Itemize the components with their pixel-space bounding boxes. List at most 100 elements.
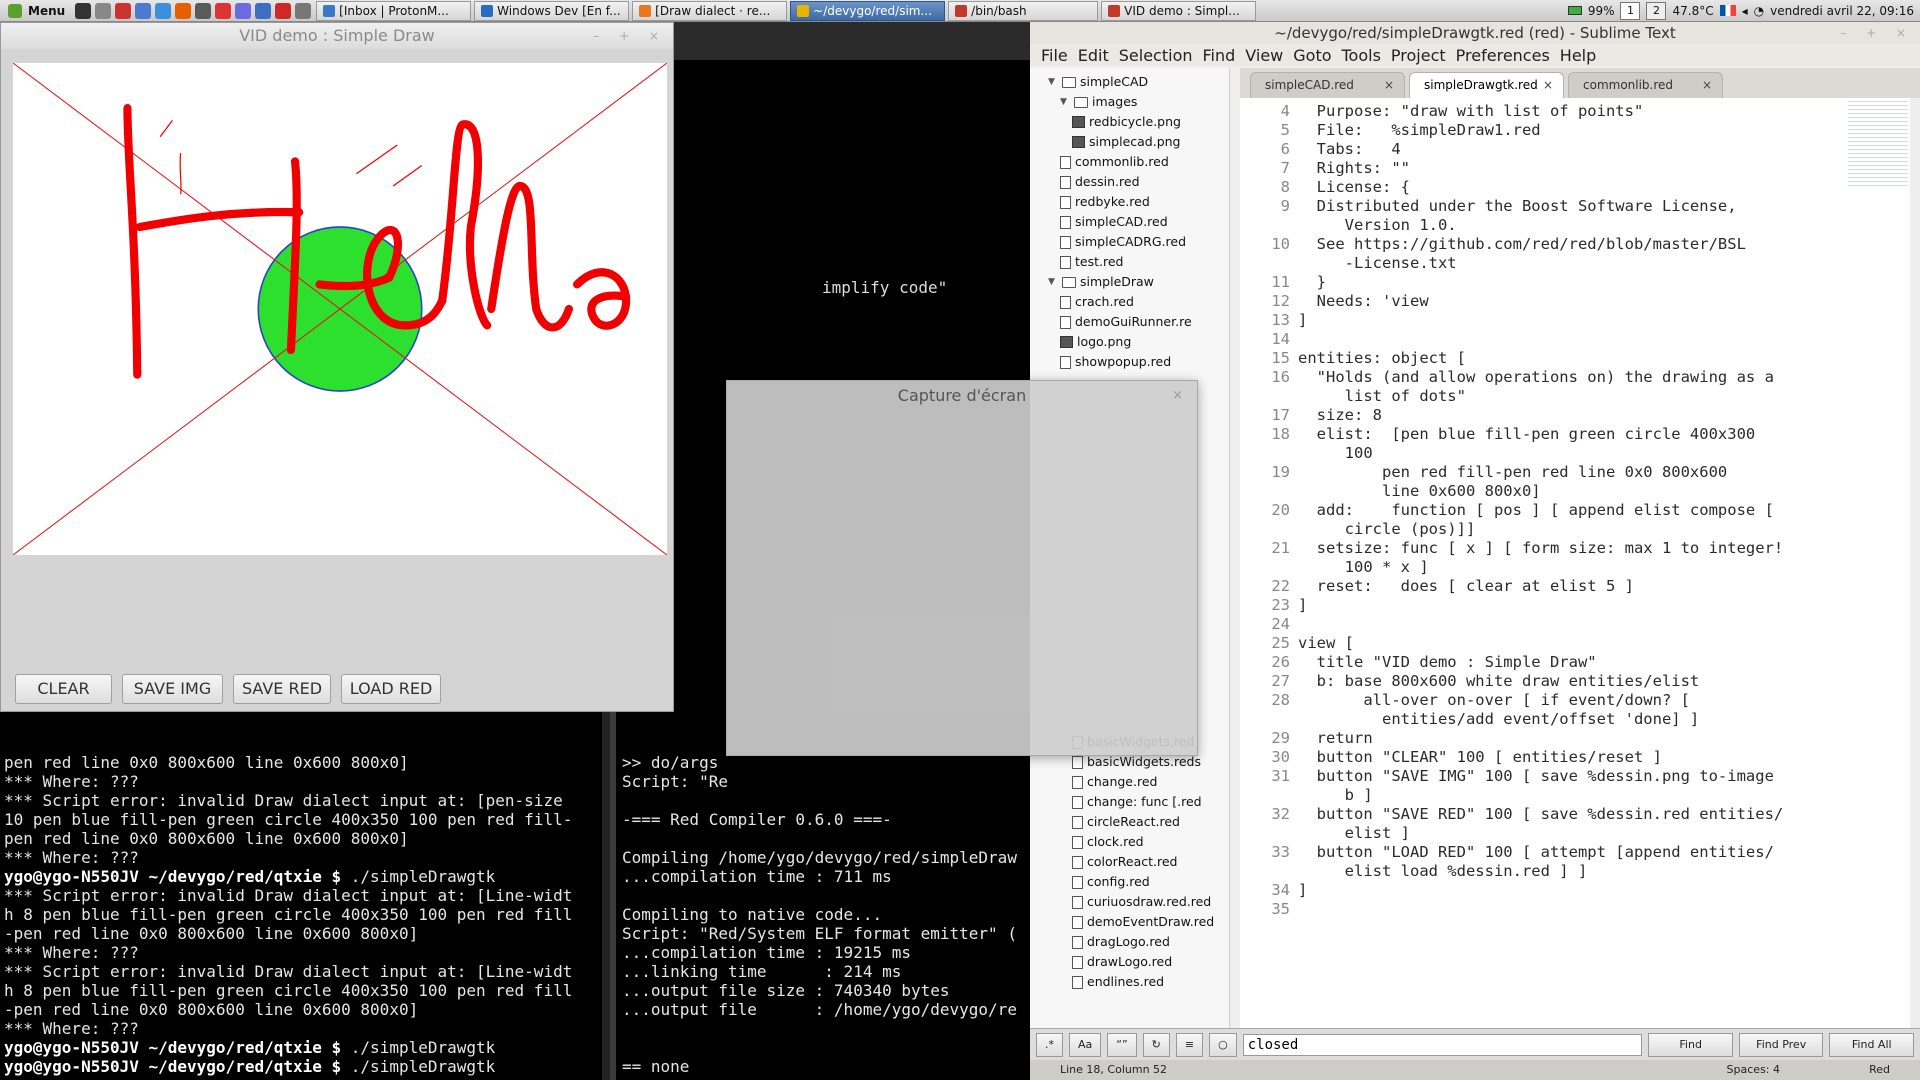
flag-icon[interactable] bbox=[1719, 5, 1736, 16]
menu-item-preferences[interactable]: Preferences bbox=[1451, 46, 1555, 65]
terminal-left[interactable]: pen red line 0x0 800x600 line 0x600 800x… bbox=[0, 712, 612, 1080]
highlight-toggle[interactable]: ○ bbox=[1209, 1032, 1237, 1057]
window-controls[interactable]: – + × bbox=[593, 23, 667, 49]
sidebar-item[interactable]: redbicycle.png bbox=[1030, 112, 1229, 132]
menu-item-help[interactable]: Help bbox=[1555, 46, 1601, 65]
screenshot-dialog[interactable]: Capture d'écran × bbox=[726, 380, 1198, 756]
sidebar-item[interactable]: crach.red bbox=[1030, 292, 1229, 312]
chevron-down-icon[interactable]: ▼ bbox=[1060, 92, 1070, 112]
editor-scrollbar[interactable] bbox=[1910, 98, 1920, 1028]
menu-item-find[interactable]: Find bbox=[1198, 46, 1241, 65]
files-launcher-icon[interactable] bbox=[95, 2, 112, 19]
sidebar-item[interactable]: clock.red bbox=[1030, 832, 1229, 852]
clock[interactable]: vendredi avril 22, 09:16 bbox=[1770, 4, 1914, 18]
close-icon[interactable]: × bbox=[1172, 381, 1183, 411]
regex-toggle[interactable]: .* bbox=[1036, 1032, 1063, 1057]
taskbar-task[interactable]: ~/devygo/red/sim... bbox=[790, 0, 946, 21]
find-all-button[interactable]: Find All bbox=[1829, 1032, 1914, 1057]
word-launcher-icon[interactable] bbox=[155, 2, 172, 19]
code-editor[interactable]: 4 Purpose: "draw with list of points" 5 F… bbox=[1240, 98, 1920, 1028]
menu-item-file[interactable]: File bbox=[1036, 46, 1073, 65]
pdf-launcher-icon[interactable] bbox=[215, 2, 232, 19]
sidebar-item[interactable]: change: func [.red bbox=[1030, 792, 1229, 812]
camera-launcher-icon[interactable] bbox=[295, 2, 312, 19]
taskbar-task[interactable]: /bin/bash bbox=[948, 0, 1099, 21]
sidebar-item[interactable]: simpleCADRG.red bbox=[1030, 232, 1229, 252]
sidebar-item[interactable]: simplecad.png bbox=[1030, 132, 1229, 152]
sidebar-item[interactable]: commonlib.red bbox=[1030, 152, 1229, 172]
app-launcher-icon[interactable] bbox=[115, 2, 132, 19]
main-menu-button[interactable]: Menu bbox=[0, 0, 73, 22]
menu-item-goto[interactable]: Goto bbox=[1288, 46, 1336, 65]
sidebar-item[interactable]: endlines.red bbox=[1030, 972, 1229, 992]
sidebar-item[interactable]: simpleCAD.red bbox=[1030, 212, 1229, 232]
taskbar-task[interactable]: [Inbox | ProtonM... bbox=[316, 0, 472, 21]
chevron-down-icon[interactable]: ▼ bbox=[1048, 72, 1058, 92]
editor-tab[interactable]: simpleDrawgtk.red × bbox=[1409, 72, 1564, 98]
editor-launcher-icon[interactable] bbox=[135, 2, 152, 19]
sidebar-item[interactable]: test.red bbox=[1030, 252, 1229, 272]
vid-window-titlebar[interactable]: VID demo : Simple Draw – + × bbox=[1, 23, 673, 49]
sidebar-item[interactable]: curiuosdraw.red.red bbox=[1030, 892, 1229, 912]
sidebar-item[interactable]: demoEventDraw.red bbox=[1030, 912, 1229, 932]
settings-launcher-icon[interactable] bbox=[195, 2, 212, 19]
syntax-setting[interactable]: Red bbox=[1869, 1060, 1890, 1080]
sidebar-item[interactable]: drawLogo.red bbox=[1030, 952, 1229, 972]
opera-launcher-icon[interactable] bbox=[275, 2, 292, 19]
find-button[interactable]: Find bbox=[1648, 1032, 1733, 1057]
screenshot-dialog-titlebar[interactable]: Capture d'écran × bbox=[727, 381, 1197, 411]
save-img-button[interactable]: SAVE IMG bbox=[122, 674, 223, 704]
sidebar-item[interactable]: config.red bbox=[1030, 872, 1229, 892]
close-icon[interactable]: × bbox=[1702, 73, 1712, 97]
editor-tab[interactable]: commonlib.red × bbox=[1568, 72, 1723, 98]
workspace-2[interactable]: 2 bbox=[1646, 1, 1667, 20]
close-icon[interactable]: × bbox=[1543, 73, 1553, 97]
drawing-canvas[interactable] bbox=[13, 63, 667, 555]
minimap[interactable] bbox=[1848, 98, 1908, 188]
sidebar-item[interactable]: ▼ simpleDraw bbox=[1030, 272, 1229, 292]
sidebar-item[interactable]: change.red bbox=[1030, 772, 1229, 792]
firefox-launcher-icon[interactable] bbox=[175, 2, 192, 19]
sidebar-item[interactable]: ▼ images bbox=[1030, 92, 1229, 112]
workspace-1[interactable]: 1 bbox=[1620, 1, 1641, 20]
taskbar-task[interactable]: VID demo : Simpl... bbox=[1101, 0, 1257, 21]
word-toggle[interactable]: “” bbox=[1107, 1032, 1137, 1057]
sidebar-item[interactable]: showpopup.red bbox=[1030, 352, 1229, 372]
sidebar-item[interactable]: dragLogo.red bbox=[1030, 932, 1229, 952]
wifi-icon[interactable]: ◔ bbox=[1754, 4, 1764, 18]
vid-demo-window[interactable]: VID demo : Simple Draw – + × CLEAR SAVE … bbox=[0, 22, 674, 712]
volume-icon[interactable]: ◂ bbox=[1742, 4, 1748, 18]
sublime-window-controls[interactable]: – + × bbox=[1840, 22, 1914, 44]
indent-setting[interactable]: Spaces: 4 bbox=[1727, 1060, 1780, 1080]
menu-item-edit[interactable]: Edit bbox=[1073, 46, 1114, 65]
load-red-button[interactable]: LOAD RED bbox=[341, 674, 441, 704]
terminal-scrollbar[interactable] bbox=[602, 712, 610, 1080]
chevron-down-icon[interactable]: ▼ bbox=[1048, 272, 1058, 292]
chrome-launcher-icon[interactable] bbox=[255, 2, 272, 19]
menu-item-view[interactable]: View bbox=[1240, 46, 1288, 65]
sidebar-item[interactable]: colorReact.red bbox=[1030, 852, 1229, 872]
case-toggle[interactable]: Aa bbox=[1069, 1032, 1102, 1057]
menu-item-tools[interactable]: Tools bbox=[1337, 46, 1386, 65]
terminal-launcher-icon[interactable] bbox=[75, 2, 92, 19]
sidebar-item[interactable]: ▼ simpleCAD bbox=[1030, 72, 1229, 92]
sidebar-item[interactable]: dessin.red bbox=[1030, 172, 1229, 192]
taskbar-task[interactable]: [Draw dialect · re... bbox=[632, 0, 788, 21]
sidebar-item[interactable]: demoGuiRunner.re bbox=[1030, 312, 1229, 332]
menu-item-project[interactable]: Project bbox=[1386, 46, 1451, 65]
sidebar-item[interactable]: redbyke.red bbox=[1030, 192, 1229, 212]
terminal-right[interactable]: >> do/args Script: "Re -=== Red Compiler … bbox=[616, 712, 1030, 1080]
find-input[interactable] bbox=[1242, 1033, 1643, 1056]
wrap-toggle[interactable]: ↻ bbox=[1142, 1032, 1170, 1057]
sublime-titlebar[interactable]: ~/devygo/red/simpleDrawgtk.red (red) - S… bbox=[1030, 22, 1920, 44]
save-red-button[interactable]: SAVE RED bbox=[233, 674, 331, 704]
sidebar-item[interactable]: circleReact.red bbox=[1030, 812, 1229, 832]
clear-button[interactable]: CLEAR bbox=[15, 674, 112, 704]
network-launcher-icon[interactable] bbox=[235, 2, 252, 19]
taskbar-task[interactable]: Windows Dev [En f... bbox=[474, 0, 630, 21]
find-prev-button[interactable]: Find Prev bbox=[1738, 1032, 1824, 1057]
selection-toggle[interactable]: ≡ bbox=[1175, 1032, 1204, 1057]
editor-tab[interactable]: simpleCAD.red × bbox=[1250, 72, 1405, 98]
sidebar-item[interactable]: logo.png bbox=[1030, 332, 1229, 352]
menu-item-selection[interactable]: Selection bbox=[1114, 46, 1198, 65]
